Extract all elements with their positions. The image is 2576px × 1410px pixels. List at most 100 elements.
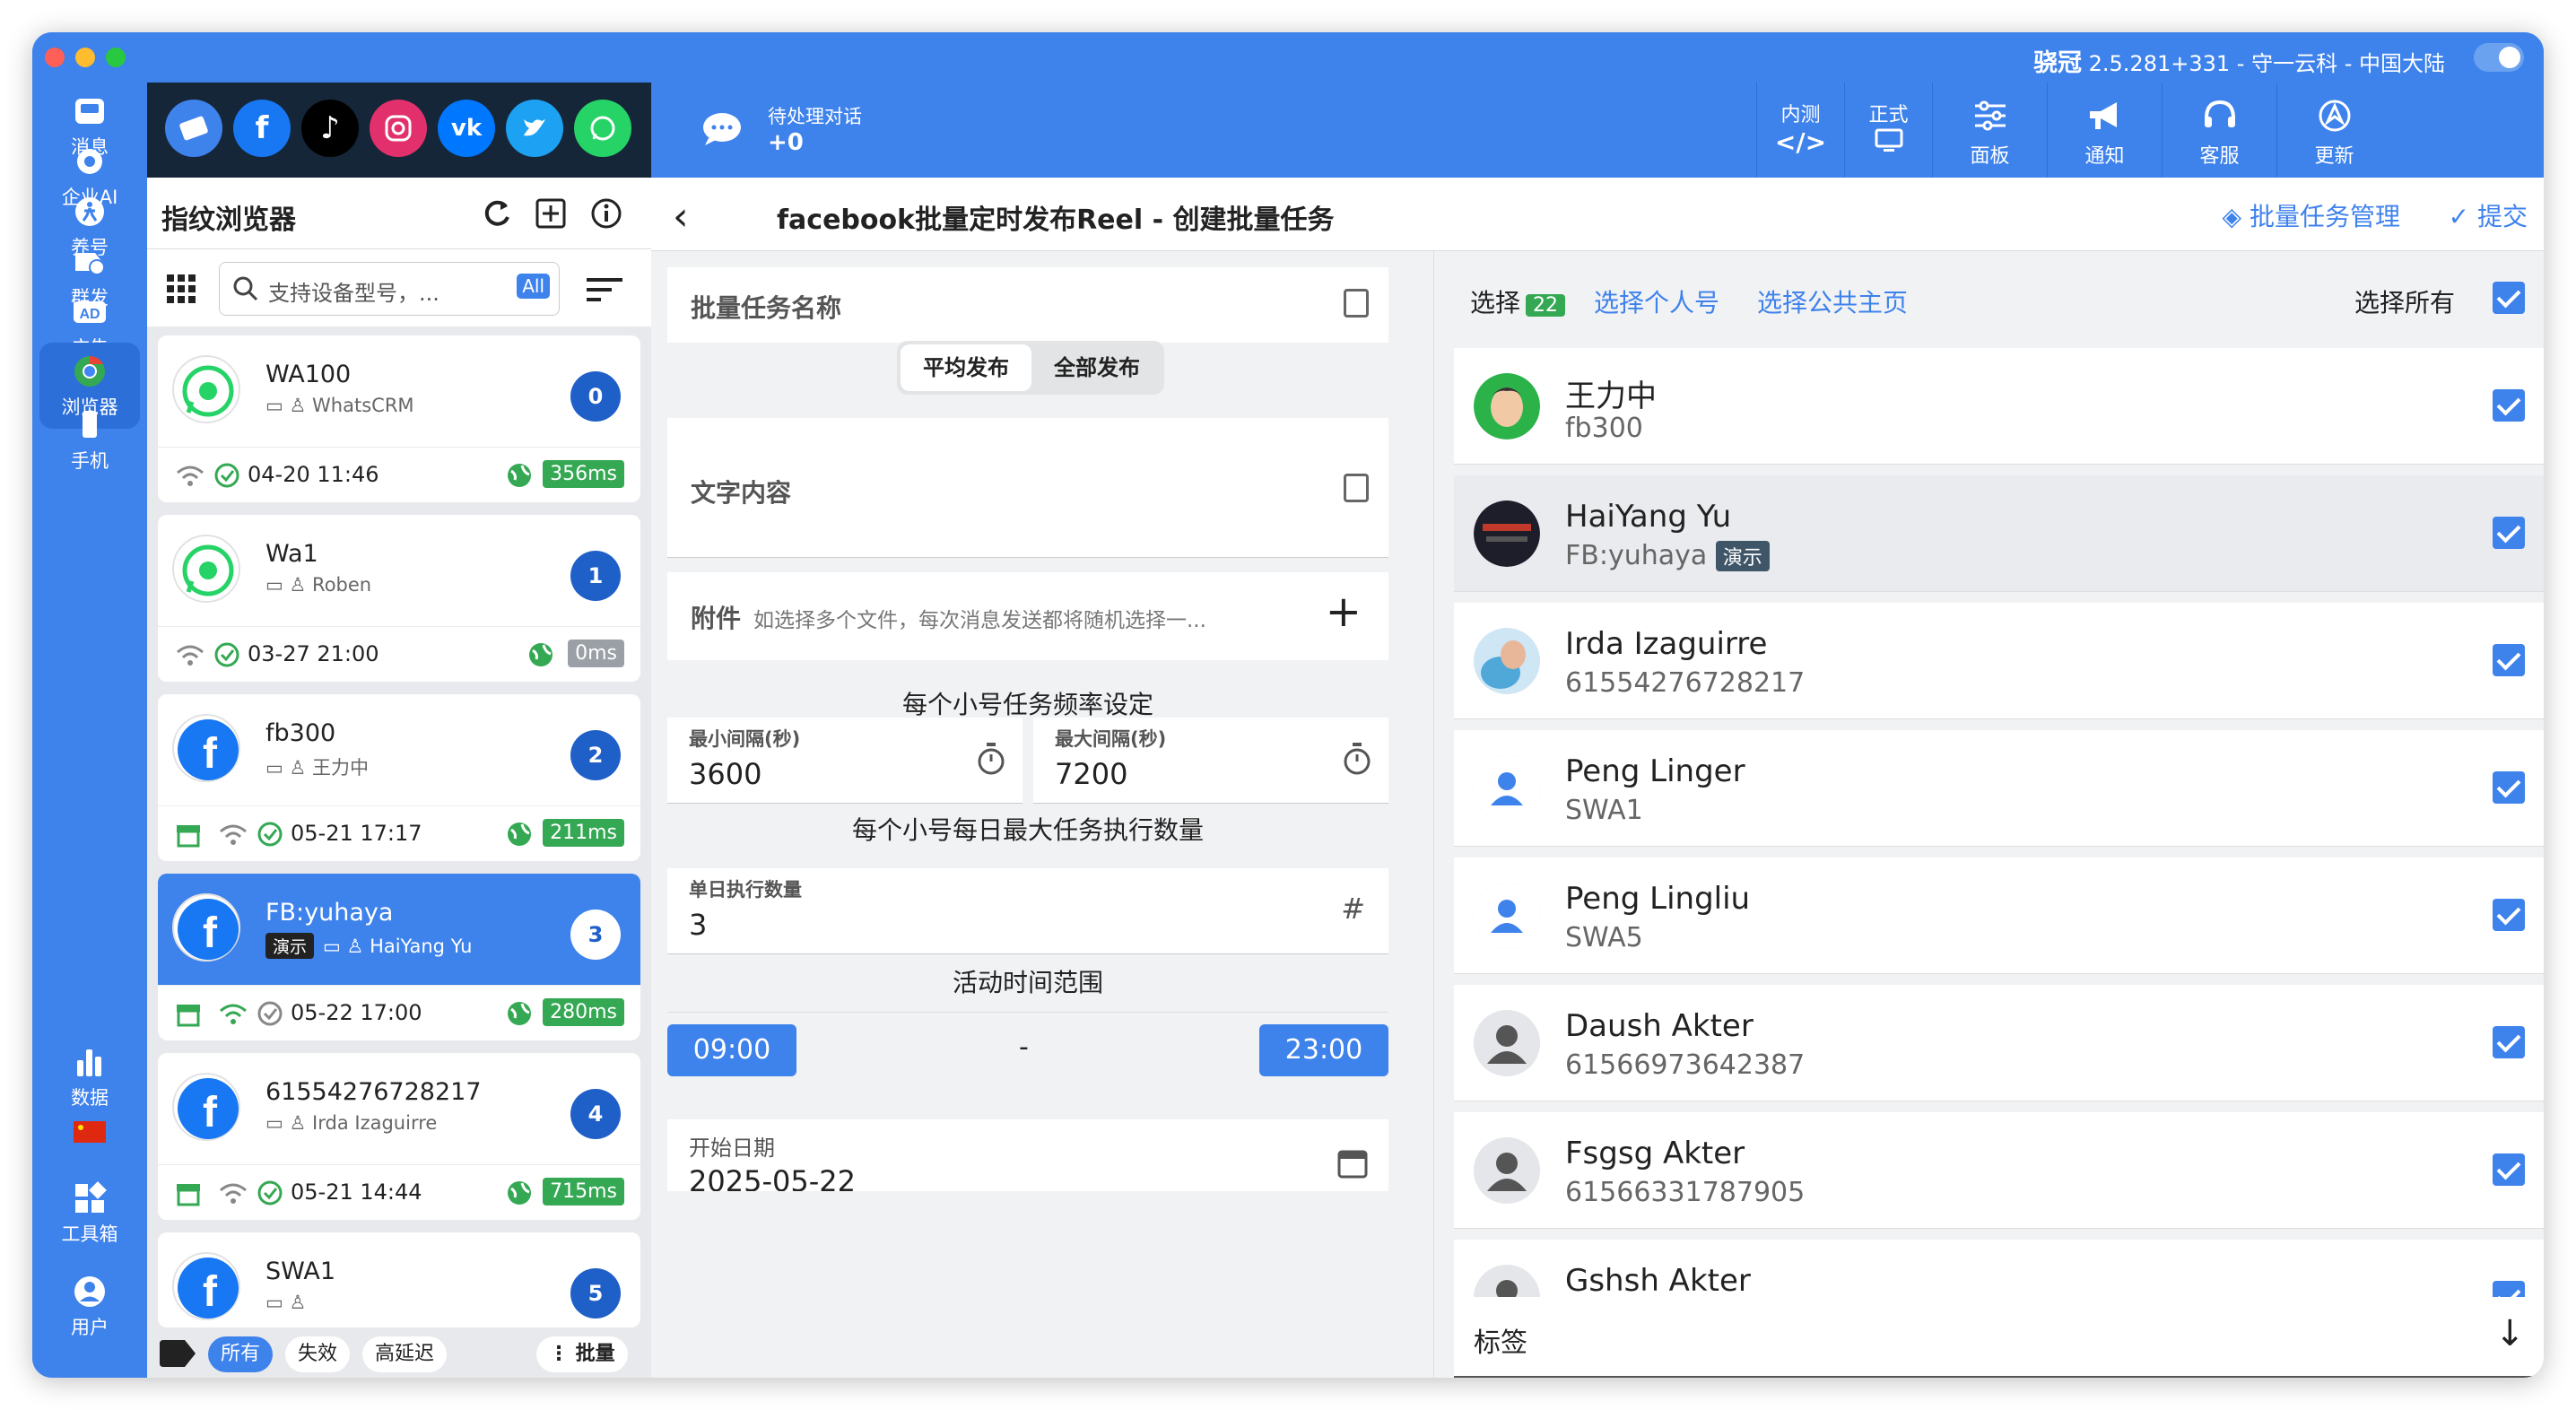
selected-count-badge: 22	[1526, 294, 1566, 317]
add-attachment-icon[interactable]: +	[1326, 587, 1362, 637]
search-input[interactable]: 支持设备型号，... All	[219, 262, 560, 316]
account-row[interactable]: Peng Lingliu SWA5	[1454, 857, 2544, 974]
start-date-field[interactable]: 开始日期 2025-05-22	[667, 1119, 1388, 1191]
profile-card-status: 03-27 21:00 0ms	[158, 626, 640, 682]
update-button[interactable]: 更新	[2276, 83, 2391, 178]
vk-platform-button[interactable]: vk	[438, 100, 495, 157]
search-scope-badge[interactable]: All	[517, 274, 550, 299]
profile-card[interactable]: Wa1 ▭ ♙ Roben 1 03-27 21:00 0ms	[158, 515, 640, 682]
globe-icon	[529, 643, 553, 666]
tiktok-platform-button[interactable]: ♪	[301, 100, 359, 157]
mode-even-button[interactable]: 平均发布	[901, 344, 1031, 391]
release-button[interactable]: 正式	[1844, 83, 1932, 178]
svg-text:f: f	[203, 1268, 218, 1316]
calendar-icon[interactable]	[1336, 1146, 1369, 1179]
filter-high-latency[interactable]: 高延迟	[362, 1336, 448, 1372]
filter-invalid[interactable]: 失效	[285, 1336, 351, 1372]
max-interval-label: 最大间隔(秒)	[1055, 728, 1167, 750]
batch-button[interactable]: ⋮ 批量	[536, 1336, 628, 1372]
rail-item-phone[interactable]: 手机	[39, 396, 140, 483]
account-checkbox[interactable]	[2493, 899, 2525, 931]
person-icon: ♙	[289, 395, 307, 416]
account-name: Peng Lingliu	[1565, 881, 1751, 917]
zoom-window-button[interactable]	[106, 48, 126, 67]
support-button[interactable]: 客服	[2162, 83, 2276, 178]
account-checkbox[interactable]	[2493, 644, 2525, 676]
max-interval-field[interactable]: 最大间隔(秒) 7200	[1033, 718, 1388, 804]
profile-index-badge: 4	[570, 1089, 621, 1139]
theme-toggle[interactable]	[2474, 43, 2524, 72]
attachment-field[interactable]: 附件 如选择多个文件，每次消息发送都将随机选择一... +	[667, 572, 1388, 660]
sort-icon[interactable]	[587, 276, 622, 303]
instagram-platform-button[interactable]	[370, 100, 427, 157]
account-row[interactable]: Irda Izaguirre 61554276728217	[1454, 603, 2544, 719]
account-row[interactable]: 王力中 fb300	[1454, 348, 2544, 465]
batch-label: 批量	[575, 1343, 615, 1365]
beta-label: 内测	[1780, 104, 1821, 126]
back-button[interactable]: ‹	[673, 194, 689, 239]
profile-card[interactable]: f fb300 ▭ ♙ 王力中 2 05-21 17:17 211ms	[158, 694, 640, 861]
account-id: SWA5	[1565, 922, 1643, 953]
batch-task-manage-link[interactable]: ◈ 批量任务管理	[2223, 197, 2400, 233]
beta-button[interactable]: 内测 </>	[1756, 83, 1844, 178]
clipboard-icon[interactable]	[1344, 289, 1369, 318]
rail-item-region[interactable]	[39, 1105, 140, 1159]
start-time-button[interactable]: 09:00	[667, 1024, 796, 1076]
refresh-icon[interactable]	[481, 197, 513, 230]
profile-card[interactable]: f FB:yuhaya 演示 ▭ ♙ HaiYang Yu 3 05-22 17:…	[158, 874, 640, 1040]
mode-all-button[interactable]: 全部发布	[1033, 344, 1161, 391]
account-checkbox[interactable]	[2493, 517, 2525, 549]
facebook-platform-button[interactable]: f	[233, 100, 291, 157]
submit-button[interactable]: ✓ 提交	[2449, 197, 2528, 233]
tags-dropdown[interactable]: 标签 ↓	[1454, 1297, 2544, 1378]
browser-platform-button[interactable]	[165, 100, 222, 157]
account-checkbox[interactable]	[2493, 389, 2525, 422]
close-window-button[interactable]	[45, 48, 65, 67]
tag-icon[interactable]	[160, 1340, 196, 1367]
account-row[interactable]: Daush Akter 61566973642387	[1454, 985, 2544, 1101]
min-interval-field[interactable]: 最小间隔(秒) 3600	[667, 718, 1023, 804]
account-id: 61554276728217	[1565, 667, 1806, 699]
info-icon[interactable]	[590, 197, 622, 230]
rail-item-toolbox[interactable]: 工具箱	[39, 1170, 140, 1256]
last-active-time: 03-27 21:00	[248, 641, 379, 666]
notify-button[interactable]: 通知	[2047, 83, 2162, 178]
grid-icon[interactable]	[167, 274, 196, 303]
panel-button[interactable]: 面板	[1932, 83, 2047, 178]
account-checkbox[interactable]	[2493, 1153, 2525, 1186]
clipboard-icon[interactable]	[1344, 474, 1369, 502]
platform-tabs: f ♪ vk	[147, 83, 651, 178]
end-time-button[interactable]: 23:00	[1259, 1024, 1388, 1076]
rail-item-user[interactable]: 用户	[39, 1263, 140, 1349]
profile-card[interactable]: f SWA1 ▭ ♙ 5	[158, 1232, 640, 1327]
last-active-time: 05-21 14:44	[291, 1179, 422, 1205]
profile-card[interactable]: f 61554276728217 ▭ ♙ Irda Izaguirre 4 05…	[158, 1053, 640, 1220]
inbox-icon	[75, 99, 104, 124]
account-row[interactable]: Peng Linger SWA1	[1454, 730, 2544, 847]
daily-count-field[interactable]: 单日执行数量 3 #	[667, 868, 1388, 954]
twitter-platform-button[interactable]	[506, 100, 563, 157]
minimize-window-button[interactable]	[75, 48, 95, 67]
account-checkbox[interactable]	[2493, 771, 2525, 804]
account-row[interactable]: HaiYang Yu FB:yuhaya 演示	[1454, 475, 2544, 592]
profile-card-status: 05-22 17:00 280ms	[158, 985, 640, 1040]
select-personal-link[interactable]: 选择个人号	[1594, 283, 1719, 319]
select-public-page-link[interactable]: 选择公共主页	[1757, 283, 1908, 319]
latency-badge: 715ms	[543, 1178, 624, 1205]
add-icon[interactable]	[535, 197, 567, 230]
profile-card[interactable]: WA100 ▭ ♙ WhatsCRM 0 04-20 11:46 356ms	[158, 335, 640, 502]
account-name: HaiYang Yu	[1565, 499, 1732, 535]
account-checkbox[interactable]	[2493, 1026, 2525, 1058]
account-row[interactable]: Fsgsg Akter 61566331787905	[1454, 1112, 2544, 1229]
facebook-icon: f	[255, 110, 269, 146]
task-name-field[interactable]: 批量任务名称	[667, 267, 1388, 343]
text-content-field[interactable]: 文字内容	[667, 418, 1388, 558]
search-placeholder: 支持设备型号，...	[268, 281, 439, 306]
profile-name: fb300	[265, 719, 336, 747]
filter-all[interactable]: 所有	[208, 1336, 274, 1372]
profile-subtitle: ▭ ♙	[265, 1292, 306, 1313]
wifi-icon	[220, 1004, 247, 1024]
select-all-checkbox[interactable]	[2493, 282, 2525, 314]
pending-label: 待处理对话	[768, 106, 862, 127]
whatsapp-platform-button[interactable]	[574, 100, 631, 157]
